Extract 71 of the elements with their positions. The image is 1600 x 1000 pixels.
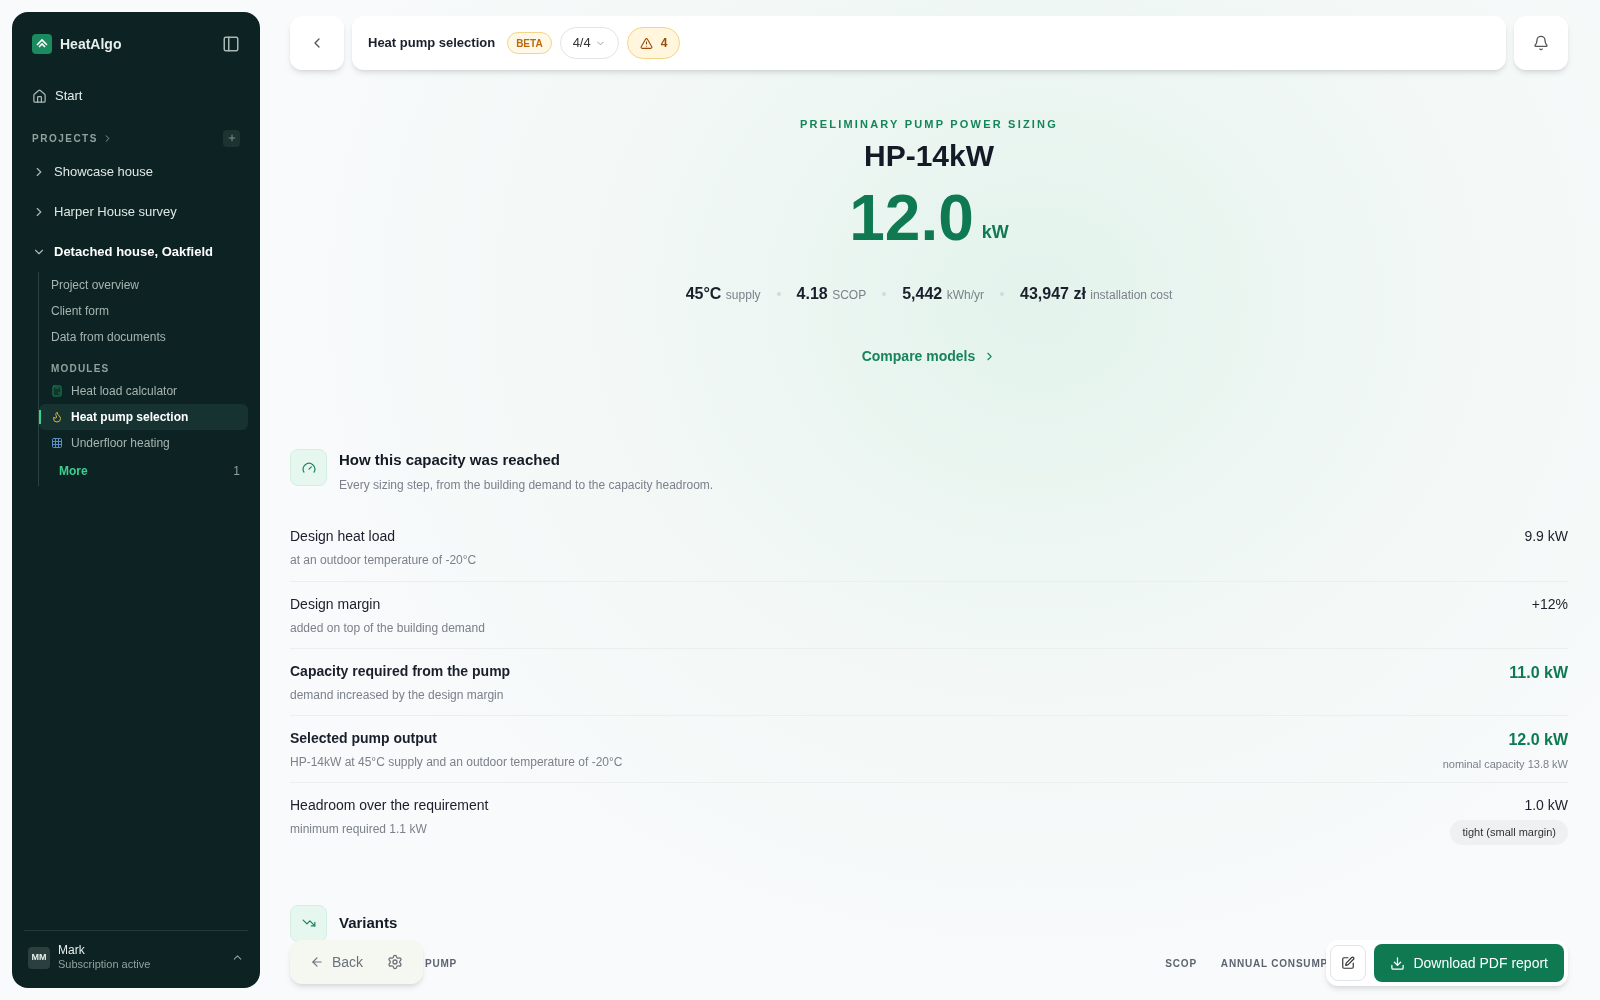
download-pdf-button[interactable]: Download PDF report — [1374, 944, 1564, 982]
edit-button[interactable] — [1330, 945, 1367, 981]
more-count: 1 — [233, 463, 240, 480]
project-item[interactable]: Detached house, Oakfield — [24, 232, 248, 272]
project-link[interactable]: Data from documents — [51, 324, 248, 350]
step-note: nominal capacity 13.8 kW — [1442, 756, 1568, 772]
step-label: Design margin — [290, 594, 382, 614]
add-project-button[interactable] — [223, 129, 240, 147]
column-header: PUMP — [425, 956, 458, 971]
sidebar-toggle-icon[interactable] — [222, 35, 240, 53]
project-item[interactable]: Showcase house — [24, 152, 248, 192]
project-link[interactable]: Project overview — [51, 272, 248, 298]
settings-icon[interactable] — [387, 954, 404, 970]
stat-item: 45°C supply — [685, 284, 761, 304]
stat-item: 43,947 zł installation cost — [1020, 284, 1173, 304]
stat-item: 4.18 SCOP — [796, 284, 867, 304]
column-header: SCOP — [1165, 956, 1197, 971]
subscription-status: Subscription active — [58, 958, 152, 972]
power-value: 12.0 — [849, 186, 974, 250]
margin-tag: tight (small margin) — [1450, 819, 1568, 845]
step-detail: added on top of the building demand — [290, 619, 485, 637]
more-link[interactable]: More — [59, 462, 88, 480]
pump-model: HP-14kW — [863, 137, 994, 174]
calculator-icon — [51, 385, 63, 397]
edit-icon — [1341, 956, 1356, 970]
step-label: Headroom over the requirement — [290, 795, 489, 815]
trend-down-icon — [290, 904, 327, 942]
bell-icon — [1533, 35, 1549, 51]
section-subtitle: Every sizing step, from the building demand to the capacity headroom. — [339, 476, 714, 494]
step-value: +12% — [1531, 594, 1568, 614]
power-unit: kW — [981, 221, 1009, 244]
module-item[interactable]: Underfloor heating — [39, 430, 248, 456]
step-detail: minimum required 1.1 kW — [290, 820, 428, 838]
step-label: Capacity required from the pump — [290, 661, 511, 681]
warnings-button[interactable]: 4 — [626, 27, 681, 59]
download-icon — [1390, 955, 1406, 971]
back-button[interactable]: Back — [310, 951, 364, 973]
stat-item: 5,442 kWh/yr — [902, 284, 984, 304]
step-value: 11.0 kW — [1509, 662, 1568, 683]
step-label: Design heat load — [290, 526, 397, 546]
start-link[interactable]: Start — [24, 80, 248, 112]
projects-heading[interactable]: PROJECTS — [32, 130, 113, 146]
section-eyebrow: PRELIMINARY PUMP POWER SIZING — [800, 117, 1058, 132]
warning-icon — [639, 36, 653, 50]
page-title: Heat pump selection — [368, 34, 496, 53]
step-value: 9.9 kW — [1524, 526, 1568, 546]
user-avatar: MM — [28, 946, 50, 969]
module-item[interactable]: Heat load calculator — [39, 378, 248, 404]
section-title: How this capacity was reached — [339, 450, 561, 470]
plus-icon — [226, 133, 237, 143]
grid-icon — [51, 437, 63, 449]
beta-tag: BETA — [507, 32, 552, 54]
compare-models-link[interactable]: Compare models — [861, 346, 997, 367]
project-link[interactable]: Client form — [51, 298, 248, 324]
home-icon — [32, 88, 47, 104]
step-detail: at an outdoor temperature of -20°C — [290, 551, 477, 569]
brand-name: HeatAlgo — [60, 34, 122, 54]
module-item[interactable]: Heat pump selection — [39, 404, 248, 430]
step-detail: demand increased by the design margin — [290, 686, 505, 704]
variants-title: Variants — [339, 912, 398, 933]
modules-heading: MODULES — [51, 361, 111, 376]
column-header: ANNUAL CONSUMP — [1220, 956, 1328, 971]
step-value: 1.0 kW — [1524, 795, 1568, 815]
user-name: Mark — [58, 943, 86, 959]
step-label: Selected pump output — [290, 728, 438, 748]
gauge-icon — [290, 449, 327, 486]
project-item[interactable]: Harper House survey — [24, 192, 248, 232]
step-value: 12.0 kW — [1508, 729, 1568, 750]
flame-icon — [51, 411, 63, 423]
step-detail: HP-14kW at 45°C supply and an outdoor temperature of -20°C — [290, 753, 623, 771]
logo-icon — [32, 34, 52, 54]
